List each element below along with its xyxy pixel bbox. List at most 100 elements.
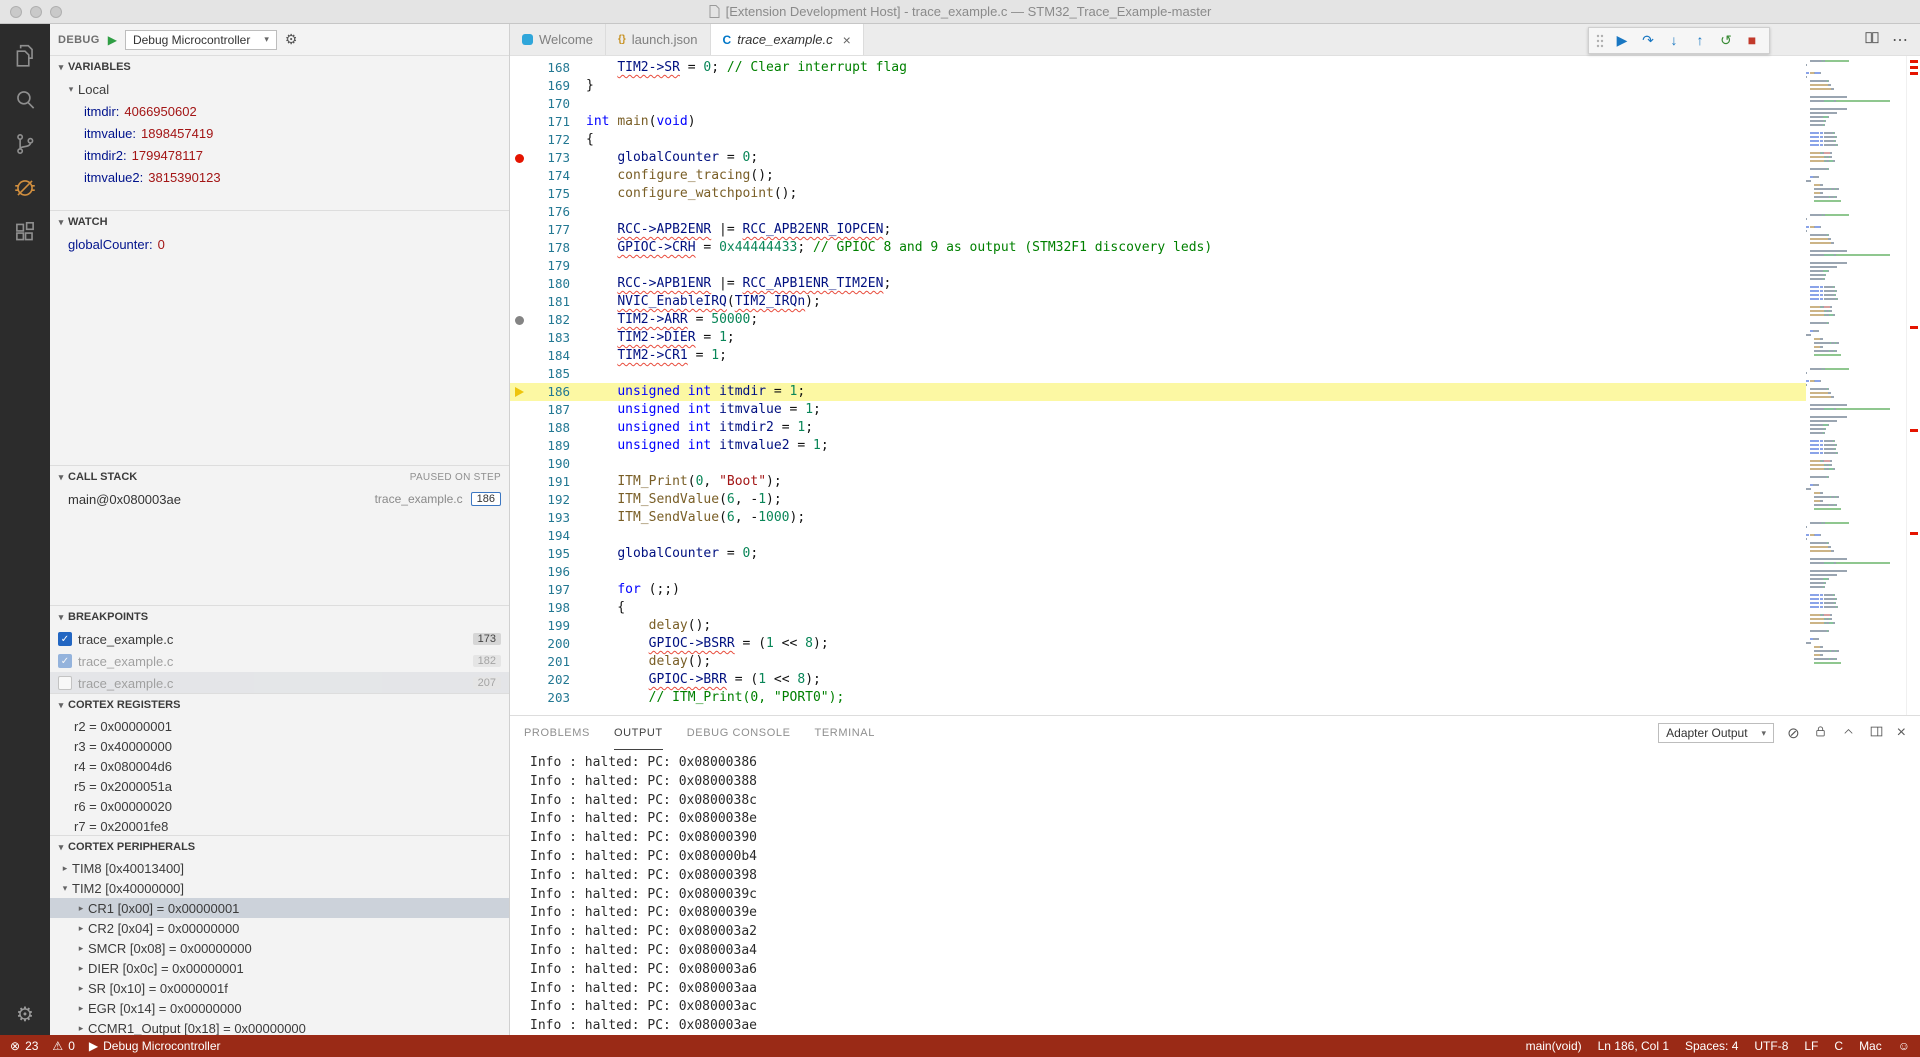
- line-number[interactable]: 200: [530, 635, 570, 653]
- glyph-margin[interactable]: [510, 257, 530, 275]
- variable-row[interactable]: itmvalue:1898457419: [50, 122, 509, 144]
- line-number[interactable]: 186: [530, 383, 570, 401]
- breakpoint-row[interactable]: ✓trace_example.c182: [50, 650, 509, 672]
- register-row[interactable]: r7 = 0x20001fe8: [50, 816, 509, 835]
- line-number[interactable]: 176: [530, 203, 570, 221]
- watch-row[interactable]: globalCounter:0: [50, 233, 509, 255]
- overview-ruler[interactable]: [1906, 56, 1920, 715]
- glyph-margin[interactable]: [510, 545, 530, 563]
- line-number[interactable]: 179: [530, 257, 570, 275]
- chevron-right-icon[interactable]: ▸: [74, 903, 88, 914]
- code-text[interactable]: GPIOC->CRH = 0x44444433; // GPIOC 8 and …: [570, 239, 1212, 257]
- code-text[interactable]: delay();: [570, 653, 711, 671]
- variable-row[interactable]: itmvalue2:3815390123: [50, 166, 509, 188]
- chevron-right-icon[interactable]: ▸: [74, 983, 88, 994]
- code-text[interactable]: configure_tracing();: [570, 167, 774, 185]
- code-text[interactable]: ITM_SendValue(6, -1000);: [570, 509, 805, 527]
- code-text[interactable]: configure_watchpoint();: [570, 185, 797, 203]
- glyph-margin[interactable]: [510, 293, 530, 311]
- debug-configuration-select[interactable]: Debug Microcontroller ▾: [125, 30, 277, 50]
- code-text[interactable]: [570, 95, 586, 113]
- line-number[interactable]: 170: [530, 95, 570, 113]
- code-text[interactable]: {: [570, 131, 594, 149]
- chevron-right-icon[interactable]: ▸: [74, 1003, 88, 1014]
- status-keyboard-layout[interactable]: Mac: [1859, 1039, 1882, 1053]
- status-feedback[interactable]: ☺: [1898, 1039, 1910, 1053]
- step-out-button[interactable]: ↑: [1687, 28, 1713, 53]
- line-number[interactable]: 184: [530, 347, 570, 365]
- line-number[interactable]: 173: [530, 149, 570, 167]
- code-text[interactable]: }: [570, 77, 594, 95]
- glyph-margin[interactable]: [510, 491, 530, 509]
- status-indentation[interactable]: Spaces: 4: [1685, 1039, 1738, 1053]
- line-number[interactable]: 185: [530, 365, 570, 383]
- search-icon[interactable]: [1, 78, 49, 122]
- code-text[interactable]: for (;;): [570, 581, 680, 599]
- variables-pane-header[interactable]: ▾ VARIABLES: [50, 56, 509, 78]
- zoom-window-button[interactable]: [50, 6, 62, 18]
- panel-tab-terminal[interactable]: TERMINAL: [815, 716, 875, 750]
- chevron-right-icon[interactable]: ▸: [74, 1023, 88, 1034]
- register-row[interactable]: r5 = 0x2000051a: [50, 776, 509, 796]
- scroll-lock-icon[interactable]: [1813, 724, 1828, 742]
- glyph-margin[interactable]: [510, 527, 530, 545]
- glyph-margin[interactable]: [510, 455, 530, 473]
- glyph-margin[interactable]: [510, 365, 530, 383]
- line-number[interactable]: 168: [530, 59, 570, 77]
- code-text[interactable]: GPIOC->BSRR = (1 << 8);: [570, 635, 829, 653]
- peripheral-row[interactable]: ▾TIM2 [0x40000000]: [50, 878, 509, 898]
- line-number[interactable]: 191: [530, 473, 570, 491]
- status-cursor-position[interactable]: Ln 186, Col 1: [1598, 1039, 1669, 1053]
- glyph-margin[interactable]: [510, 221, 530, 239]
- glyph-margin[interactable]: [510, 599, 530, 617]
- panel-tab-debug-console[interactable]: DEBUG CONSOLE: [687, 716, 791, 750]
- tab-welcome[interactable]: Welcome: [510, 24, 606, 55]
- code-text[interactable]: {: [570, 599, 625, 617]
- line-number[interactable]: 197: [530, 581, 570, 599]
- glyph-margin[interactable]: [510, 167, 530, 185]
- chevron-down-icon[interactable]: ▾: [58, 883, 72, 894]
- glyph-margin[interactable]: [510, 149, 530, 167]
- tab-launch-json[interactable]: {}launch.json: [606, 24, 711, 55]
- code-area[interactable]: 168 TIM2->SR = 0; // Clear interrupt fla…: [510, 56, 1806, 715]
- line-number[interactable]: 188: [530, 419, 570, 437]
- code-text[interactable]: delay();: [570, 617, 711, 635]
- line-number[interactable]: 193: [530, 509, 570, 527]
- register-row[interactable]: r2 = 0x00000001: [50, 716, 509, 736]
- output-console[interactable]: Info : halted: PC: 0x08000386Info : halt…: [510, 750, 1920, 1035]
- peripheral-row[interactable]: ▸TIM8 [0x40013400]: [50, 858, 509, 878]
- peripheral-row[interactable]: ▸CR2 [0x04] = 0x00000000: [50, 918, 509, 938]
- glyph-margin[interactable]: [510, 635, 530, 653]
- breakpoint-row[interactable]: trace_example.c207: [50, 672, 509, 693]
- cortex-registers-pane-header[interactable]: ▾ CORTEX REGISTERS: [50, 694, 509, 716]
- line-number[interactable]: 195: [530, 545, 570, 563]
- chevron-right-icon[interactable]: ▸: [74, 923, 88, 934]
- code-text[interactable]: unsigned int itmvalue2 = 1;: [570, 437, 829, 455]
- code-text[interactable]: [570, 455, 586, 473]
- glyph-margin[interactable]: [510, 59, 530, 77]
- step-over-button[interactable]: ↷: [1635, 28, 1661, 53]
- line-number[interactable]: 199: [530, 617, 570, 635]
- status-encoding[interactable]: UTF-8: [1754, 1039, 1788, 1053]
- line-number[interactable]: 177: [530, 221, 570, 239]
- line-number[interactable]: 181: [530, 293, 570, 311]
- panel-tab-output[interactable]: OUTPUT: [614, 716, 663, 750]
- glyph-margin[interactable]: [510, 671, 530, 689]
- line-number[interactable]: 192: [530, 491, 570, 509]
- glyph-margin[interactable]: [510, 581, 530, 599]
- peripheral-row[interactable]: ▸DIER [0x0c] = 0x00000001: [50, 958, 509, 978]
- close-icon[interactable]: ×: [843, 32, 851, 48]
- glyph-margin[interactable]: [510, 329, 530, 347]
- code-text[interactable]: [570, 365, 586, 383]
- code-text[interactable]: unsigned int itmdir2 = 1;: [570, 419, 813, 437]
- split-editor-icon[interactable]: [1864, 30, 1880, 49]
- glyph-margin[interactable]: [510, 563, 530, 581]
- line-number[interactable]: 201: [530, 653, 570, 671]
- line-number[interactable]: 174: [530, 167, 570, 185]
- peripheral-row[interactable]: ▸EGR [0x14] = 0x00000000: [50, 998, 509, 1018]
- chevron-right-icon[interactable]: ▸: [74, 963, 88, 974]
- code-text[interactable]: globalCounter = 0;: [570, 149, 758, 167]
- code-text[interactable]: unsigned int itmdir = 1;: [570, 383, 805, 401]
- red-breakpoint-icon[interactable]: [515, 154, 524, 163]
- glyph-margin[interactable]: [510, 239, 530, 257]
